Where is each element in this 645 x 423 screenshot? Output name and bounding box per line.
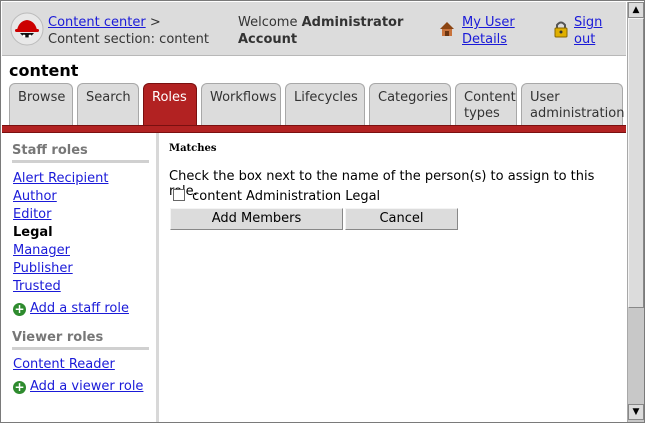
role-content-reader[interactable]: Content Reader	[13, 356, 115, 373]
scroll-down-arrow-icon[interactable]: ▼	[628, 404, 644, 420]
content-area: content Browse Search Roles Workflows Li…	[2, 57, 626, 422]
tab-label-line2: administration	[530, 106, 625, 121]
page-header: Content center > Content section: conten…	[2, 2, 626, 56]
tab-label: Content	[464, 90, 516, 105]
scroll-up-arrow-icon[interactable]: ▲	[628, 2, 644, 18]
role-manager[interactable]: Manager	[13, 242, 70, 259]
tab-workflows[interactable]: Workflows	[201, 83, 281, 125]
tab-label: Categories	[378, 90, 449, 105]
my-user-details-link[interactable]: My User Details	[462, 14, 515, 48]
tab-label: User	[530, 90, 560, 105]
sign-out-link[interactable]: Sign out	[574, 14, 602, 48]
add-members-button[interactable]: Add Members	[170, 208, 343, 230]
matches-heading: Matches	[169, 143, 217, 154]
welcome-message: Welcome Administrator Account	[238, 14, 403, 48]
tab-browse[interactable]: Browse	[9, 83, 73, 125]
roles-sidebar: Staff roles Alert Recipient Author Edito…	[2, 133, 159, 422]
candidate-row: content Administration Legal	[173, 189, 380, 204]
page-title: content	[9, 61, 79, 80]
tab-label-line2: types	[464, 106, 500, 121]
breadcrumb: Content center > Content section: conten…	[48, 14, 209, 48]
tab-label: Browse	[18, 90, 66, 105]
lock-icon[interactable]	[552, 20, 570, 38]
browser-window: Content center > Content section: conten…	[0, 0, 645, 423]
add-icon: +	[13, 380, 26, 394]
candidate-name: content Administration Legal	[192, 189, 381, 204]
content-center-link[interactable]: Content center	[48, 15, 146, 30]
viewer-roles-heading: Viewer roles	[12, 330, 149, 350]
vertical-scrollbar[interactable]: ▲ ▼	[627, 2, 644, 422]
tab-underline-bar	[2, 125, 626, 133]
role-legal-current: Legal	[13, 225, 53, 240]
redhat-logo-icon	[10, 12, 44, 46]
role-editor[interactable]: Editor	[13, 206, 51, 223]
tab-user-administration[interactable]: User administration	[521, 83, 625, 125]
content-section-label: Content section: content	[48, 32, 209, 47]
add-icon: +	[13, 302, 26, 316]
cancel-button[interactable]: Cancel	[345, 208, 458, 230]
scrollbar-thumb[interactable]	[628, 18, 644, 308]
add-viewer-role-label[interactable]: Add a viewer role	[30, 379, 143, 394]
tab-label: Workflows	[210, 90, 277, 105]
signout-label-2: out	[574, 32, 596, 47]
user-name: Administrator	[301, 15, 404, 30]
tab-search[interactable]: Search	[77, 83, 139, 125]
tab-label: Roles	[152, 90, 187, 105]
add-staff-role-label[interactable]: Add a staff role	[30, 301, 129, 316]
tab-lifecycles[interactable]: Lifecycles	[285, 83, 365, 125]
staff-roles-heading: Staff roles	[12, 143, 149, 163]
tab-label: Search	[86, 90, 131, 105]
user-name-line2: Account	[238, 32, 298, 47]
add-viewer-role-link[interactable]: + Add a viewer role	[13, 378, 143, 395]
candidate-checkbox[interactable]	[173, 189, 185, 201]
breadcrumb-separator: >	[149, 15, 161, 30]
tab-categories[interactable]: Categories	[369, 83, 451, 125]
role-author[interactable]: Author	[13, 188, 57, 205]
welcome-prefix: Welcome	[238, 15, 298, 30]
role-trusted[interactable]: Trusted	[13, 278, 61, 295]
signout-label-1: Sign	[574, 15, 603, 30]
add-staff-role-link[interactable]: + Add a staff role	[13, 300, 129, 317]
tab-roles[interactable]: Roles	[143, 83, 197, 125]
my-details-label-2: Details	[462, 32, 508, 47]
my-details-label-1: My User	[462, 15, 515, 30]
assign-members-panel: Matches Check the box next to the name o…	[167, 133, 622, 422]
role-publisher[interactable]: Publisher	[13, 260, 73, 277]
tab-label: Lifecycles	[294, 90, 358, 105]
tab-content-types[interactable]: Content types	[455, 83, 517, 125]
role-alert-recipient[interactable]: Alert Recipient	[13, 170, 108, 187]
home-icon[interactable]	[438, 20, 456, 38]
